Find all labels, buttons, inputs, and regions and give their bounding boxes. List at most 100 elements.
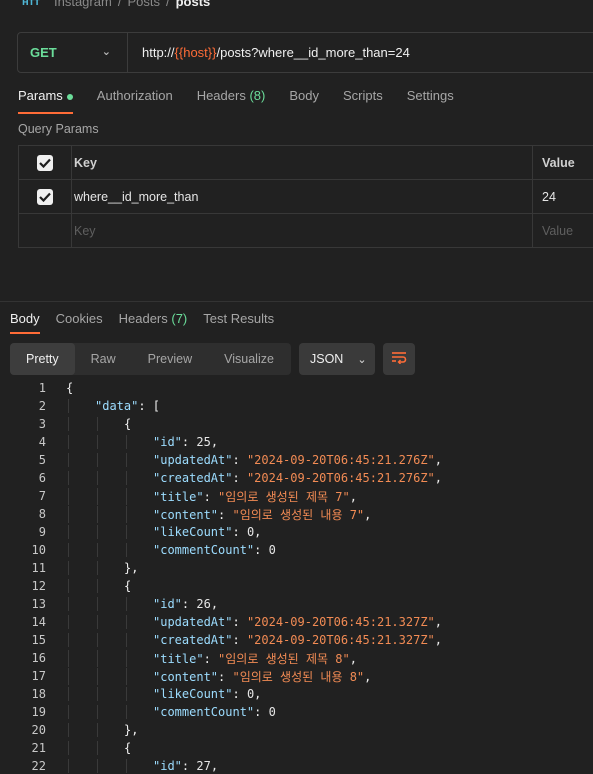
indent-guide (68, 543, 69, 557)
column-header-value: Value (542, 155, 575, 170)
breadcrumb-separator: / (117, 0, 122, 9)
indent-guide (97, 759, 98, 773)
code-token: { (124, 579, 132, 593)
code-token: 0 (268, 705, 276, 719)
select-all-checkbox[interactable] (37, 154, 53, 171)
tab-authorization[interactable]: Authorization (97, 88, 173, 114)
indent-guide (126, 597, 127, 611)
param-enabled-checkbox[interactable] (37, 188, 53, 205)
code-token: : (203, 489, 219, 504)
code-token: , (434, 633, 443, 647)
code-text: }, (66, 561, 138, 575)
tab-response-body[interactable]: Body (10, 311, 40, 334)
code-token: : (232, 453, 247, 467)
indent-guide (126, 687, 127, 701)
tab-test-results[interactable]: Test Results (203, 311, 274, 334)
code-token: : (218, 669, 233, 684)
code-token: : (232, 687, 247, 701)
indent-guide (126, 435, 127, 449)
code-line: 1{ (0, 379, 593, 397)
indent-guide (126, 471, 127, 485)
view-raw[interactable]: Raw (75, 343, 132, 375)
code-text: "content": "임의로 생성된 내용 7", (66, 505, 371, 523)
code-text: { (66, 381, 73, 395)
code-token: : (232, 525, 247, 539)
indent-guide (97, 649, 98, 667)
code-token: , (434, 615, 443, 629)
tab-body[interactable]: Body (289, 88, 319, 114)
pane-divider[interactable] (0, 301, 593, 302)
line-number: 2 (38, 399, 46, 413)
tab-scripts[interactable]: Scripts (343, 88, 383, 114)
url-prefix: http:// (142, 45, 175, 60)
indent-guide (68, 417, 69, 431)
wrap-lines-icon (390, 350, 408, 369)
code-token: "id" (153, 759, 182, 773)
code-token: "content" (153, 669, 219, 684)
breadcrumb-item[interactable]: Instagram (54, 0, 112, 9)
breadcrumb-item[interactable]: Posts (127, 0, 160, 9)
indent-guide (97, 561, 98, 575)
code-line: 20}, (0, 721, 593, 739)
method-select[interactable]: GET ⌄ (18, 33, 128, 72)
url-bar: GET ⌄ http://{{host}}/posts?where__id_mo… (17, 32, 593, 73)
indent-guide (97, 505, 98, 523)
code-token: : (181, 597, 197, 611)
format-select[interactable]: JSON ⌄ (299, 343, 375, 375)
code-text: }, (66, 723, 138, 737)
new-param-value-field[interactable]: Value (533, 214, 593, 247)
active-params-dot (66, 93, 73, 100)
code-token: , (364, 669, 372, 684)
svg-text:HTTP: HTTP (22, 0, 40, 7)
line-number: 1 (38, 381, 46, 395)
indent-guide (97, 741, 98, 755)
line-number: 21 (31, 741, 46, 755)
query-params-title: Query Params (18, 122, 99, 136)
tab-response-headers[interactable]: Headers (7) (119, 311, 188, 334)
code-token: "임의로 생성된 제목 7" (218, 489, 350, 504)
code-token: : [ (138, 399, 161, 413)
line-number: 11 (31, 561, 46, 575)
indent-guide (68, 435, 69, 449)
indent-guide (97, 615, 98, 629)
code-token: "likeCount" (153, 525, 233, 539)
code-token: "commentCount" (153, 543, 255, 557)
indent-guide (68, 561, 69, 575)
tab-params[interactable]: Params (18, 88, 73, 114)
code-line: 18 "likeCount": 0, (0, 685, 593, 703)
code-text: "commentCount": 0 (66, 543, 276, 557)
code-token: : (181, 435, 197, 449)
view-pretty[interactable]: Pretty (10, 343, 75, 375)
code-text: "likeCount": 0, (66, 687, 261, 701)
tab-headers[interactable]: Headers (8) (197, 88, 266, 114)
indent-guide (97, 633, 98, 647)
tab-settings[interactable]: Settings (407, 88, 454, 114)
view-preview[interactable]: Preview (132, 343, 208, 375)
indent-guide (68, 597, 69, 611)
indent-guide (68, 471, 69, 485)
code-line: 5 "updatedAt": "2024-09-20T06:45:21.276Z"… (0, 451, 593, 469)
code-token: : (181, 759, 197, 773)
response-body-editor[interactable]: 1{2 "data": [3{4 "id": 25, 5 "updatedAt": "2… (0, 379, 593, 774)
view-visualize[interactable]: Visualize (208, 343, 290, 375)
code-token: "2024-09-20T06:45:21.327Z" (246, 615, 435, 629)
line-number: 16 (31, 651, 46, 665)
indent-guide (68, 741, 69, 755)
param-value-field[interactable]: 24 (533, 180, 593, 213)
request-name[interactable]: posts (176, 0, 211, 9)
code-line: 13 "id": 26, (0, 595, 593, 613)
indent-guide (97, 487, 98, 505)
line-number: 6 (38, 471, 46, 485)
wrap-lines-button[interactable] (383, 343, 415, 375)
url-input[interactable]: http://{{host}}/posts?where__id_more_tha… (128, 45, 410, 60)
indent-guide (126, 505, 127, 523)
code-line: 21 { (0, 739, 593, 757)
indent-guide (97, 435, 98, 449)
code-text: "data": [ (66, 399, 160, 413)
tab-cookies[interactable]: Cookies (56, 311, 103, 334)
indent-guide (126, 649, 127, 667)
new-param-key-field[interactable]: Key (72, 214, 533, 247)
code-token: "title" (153, 651, 204, 666)
indent-guide (68, 687, 69, 701)
param-key-field[interactable]: where__id_more_than (72, 180, 533, 213)
